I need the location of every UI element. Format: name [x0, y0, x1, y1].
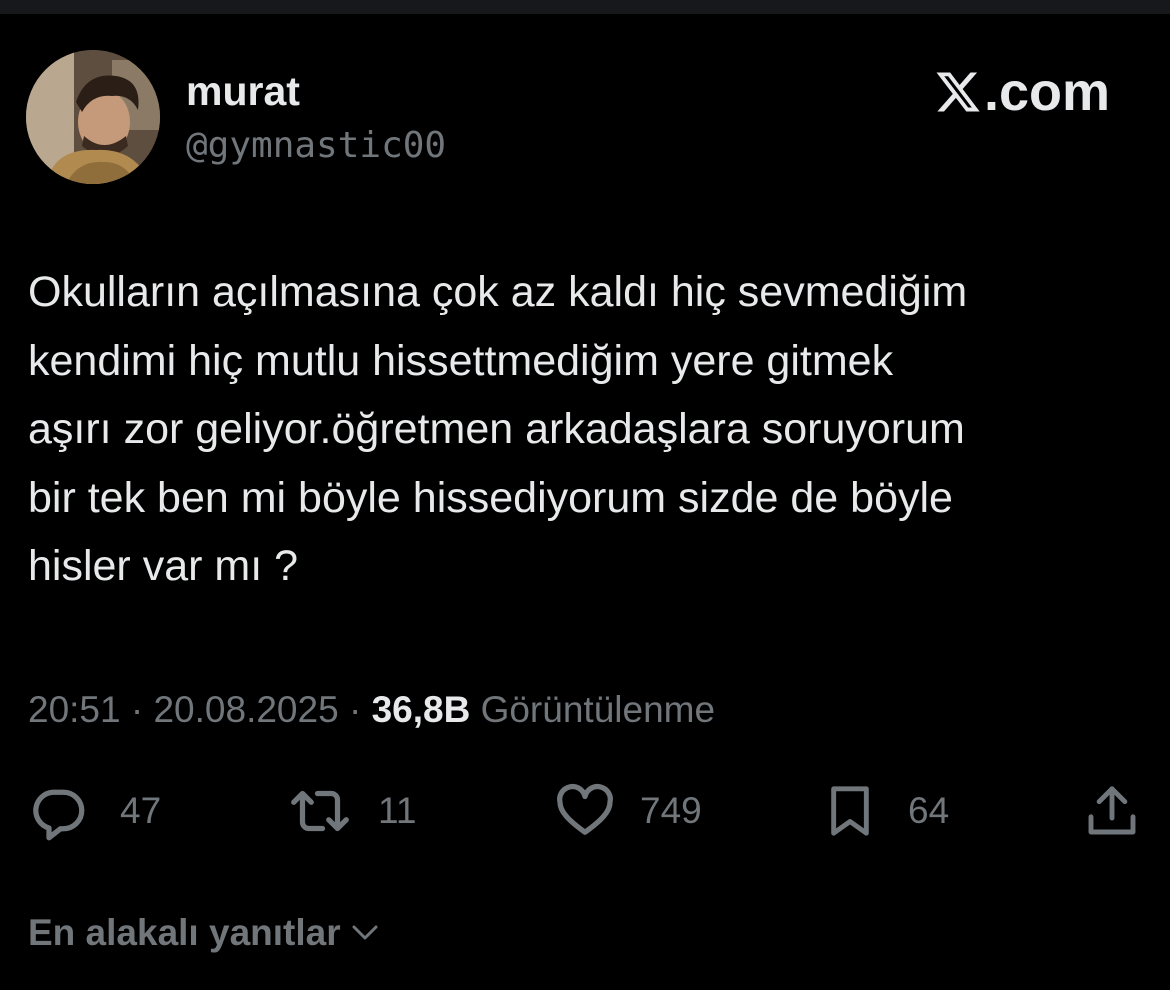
- share-icon: [1088, 786, 1136, 835]
- views-count[interactable]: 36,8B: [372, 689, 471, 730]
- replies-sort-dropdown[interactable]: En alakalı yanıtlar: [28, 905, 381, 961]
- bookmark-button[interactable]: 64: [822, 776, 949, 846]
- retweet-count: 11: [378, 790, 417, 831]
- author-handle[interactable]: @gymnastic00: [186, 124, 446, 168]
- retweet-icon: [291, 790, 349, 832]
- status-strip: [0, 0, 1170, 14]
- tweet-actions: 47 11 749 64: [0, 776, 1170, 846]
- chevron-down-icon: [352, 925, 378, 940]
- tweet-text: Okulların açılmasına çok az kaldı hiç se…: [28, 268, 968, 590]
- avatar[interactable]: [26, 50, 160, 184]
- reply-icon: [33, 789, 85, 841]
- x-logo-icon: [936, 72, 980, 112]
- tweet-meta: 20:51 · 20.08.2025 · 36,8B Görüntülenme: [28, 684, 715, 736]
- meta-separator: ·: [348, 689, 362, 730]
- brand-label: .com: [983, 62, 1110, 122]
- reply-count: 47: [120, 790, 162, 831]
- like-count: 749: [640, 790, 702, 831]
- like-button[interactable]: 749: [554, 776, 702, 846]
- meta-separator: ·: [130, 689, 144, 730]
- share-button[interactable]: [1084, 776, 1140, 846]
- reply-button[interactable]: 47: [28, 776, 161, 846]
- like-icon: [557, 783, 613, 835]
- bookmark-count: 64: [908, 790, 950, 831]
- tweet-time[interactable]: 20:51: [28, 689, 121, 730]
- tweet-date[interactable]: 20.08.2025: [153, 689, 338, 730]
- retweet-button[interactable]: 11: [286, 776, 416, 846]
- views-label: Görüntülenme: [480, 689, 716, 730]
- bookmark-icon: [831, 786, 869, 836]
- replies-sort-label: En alakalı yanıtlar: [28, 912, 341, 953]
- author-display-name[interactable]: murat: [186, 66, 300, 116]
- brand-watermark: .com: [934, 62, 1110, 122]
